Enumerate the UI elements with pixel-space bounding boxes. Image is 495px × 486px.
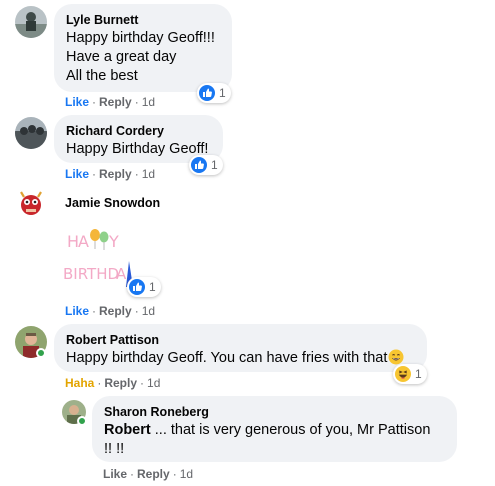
separator-dot: ·: [92, 95, 97, 109]
separator-dot: ·: [92, 167, 97, 181]
comment-author[interactable]: Richard Cordery: [66, 123, 211, 139]
comment-timestamp[interactable]: 1d: [142, 167, 155, 181]
comment-actions: Like · Reply · 1d: [65, 95, 155, 109]
haha-icon: [395, 366, 411, 382]
like-button[interactable]: Like: [65, 95, 89, 109]
online-status-indicator: [36, 348, 46, 358]
reply-button[interactable]: Reply: [99, 95, 132, 109]
reaction-count-text: 1: [415, 367, 422, 381]
comment-text: Happy birthday Geoff. You can have fries…: [66, 349, 415, 371]
svg-text:Y: Y: [108, 232, 119, 251]
reaction-count[interactable]: 1: [189, 155, 223, 175]
reply-button[interactable]: Reply: [99, 304, 132, 318]
avatar[interactable]: [15, 6, 47, 38]
comment-timestamp[interactable]: 1d: [147, 376, 160, 390]
separator-dot: ·: [92, 304, 97, 318]
reply-bubble: Sharon Roneberg Robert ... that is very …: [92, 396, 457, 462]
comment-bubble: Robert Pattison Happy birthday Geoff. Yo…: [54, 324, 427, 372]
like-button[interactable]: Like: [65, 167, 89, 181]
like-button[interactable]: Like: [103, 467, 127, 481]
comment-text-line: Happy Birthday Geoff!: [66, 141, 209, 157]
avatar[interactable]: [15, 188, 47, 220]
separator-dot: ·: [134, 95, 139, 109]
separator-dot: ·: [134, 304, 139, 318]
comment-actions: Haha · Reply · 1d: [65, 376, 160, 390]
mention-link[interactable]: Robert: [104, 422, 151, 438]
comments-thread: Lyle Burnett Happy birthday Geoff!!! Hav…: [0, 0, 495, 486]
like-icon: [129, 279, 145, 295]
reply-button[interactable]: Reply: [137, 467, 170, 481]
reaction-count[interactable]: 1: [197, 83, 231, 103]
comment-text-line: Happy birthday Geoff. You can have fries…: [66, 350, 388, 366]
reaction-count-text: 1: [219, 86, 226, 100]
comment-text-line: Happy birthday Geoff!!!: [66, 30, 215, 46]
happy-birthday-sticker[interactable]: H A Y BIRTHD A: [63, 223, 133, 289]
svg-text:BIRTHD: BIRTHD: [63, 265, 119, 283]
comment-timestamp[interactable]: 1d: [142, 304, 155, 318]
comment-timestamp[interactable]: 1d: [142, 95, 155, 109]
separator-dot: ·: [172, 467, 177, 481]
comment-bubble: Lyle Burnett Happy birthday Geoff!!! Hav…: [54, 4, 232, 92]
reaction-count-text: 1: [211, 158, 218, 172]
reply-text: Robert ... that is very generous of you,…: [104, 421, 445, 440]
separator-dot: ·: [130, 467, 135, 481]
svg-text:A: A: [78, 232, 89, 251]
online-status-indicator: [77, 416, 87, 426]
reply-button[interactable]: Reply: [99, 167, 132, 181]
comment-actions: Like · Reply · 1d: [65, 167, 155, 181]
comment-timestamp[interactable]: 1d: [180, 467, 193, 481]
comment-author[interactable]: Lyle Burnett: [66, 12, 220, 28]
svg-text:A: A: [116, 265, 127, 283]
comment-actions: Like · Reply · 1d: [65, 304, 155, 318]
reply-author[interactable]: Sharon Roneberg: [104, 404, 445, 420]
like-button[interactable]: Like: [65, 304, 89, 318]
reaction-count-text: 1: [149, 280, 156, 294]
comment-author[interactable]: Robert Pattison: [66, 332, 415, 348]
like-icon: [191, 157, 207, 173]
haha-button[interactable]: Haha: [65, 376, 94, 390]
like-icon: [199, 85, 215, 101]
separator-dot: ·: [97, 376, 102, 390]
reply-button[interactable]: Reply: [104, 376, 137, 390]
comment-author[interactable]: Jamie Snowdon: [65, 195, 160, 211]
separator-dot: ·: [140, 376, 145, 390]
reaction-count[interactable]: 1: [127, 277, 161, 297]
separator-dot: ·: [134, 167, 139, 181]
reply-actions: Like · Reply · 1d: [103, 467, 193, 481]
reply-text-line: ... that is very generous of you, Mr Pat…: [150, 422, 431, 438]
reaction-count[interactable]: 1: [393, 364, 427, 384]
comment-text-line: All the best: [66, 68, 138, 84]
avatar[interactable]: [15, 117, 47, 149]
reply-text-line: !! !!: [104, 441, 125, 457]
comment-text-line: Have a great day: [66, 49, 177, 65]
